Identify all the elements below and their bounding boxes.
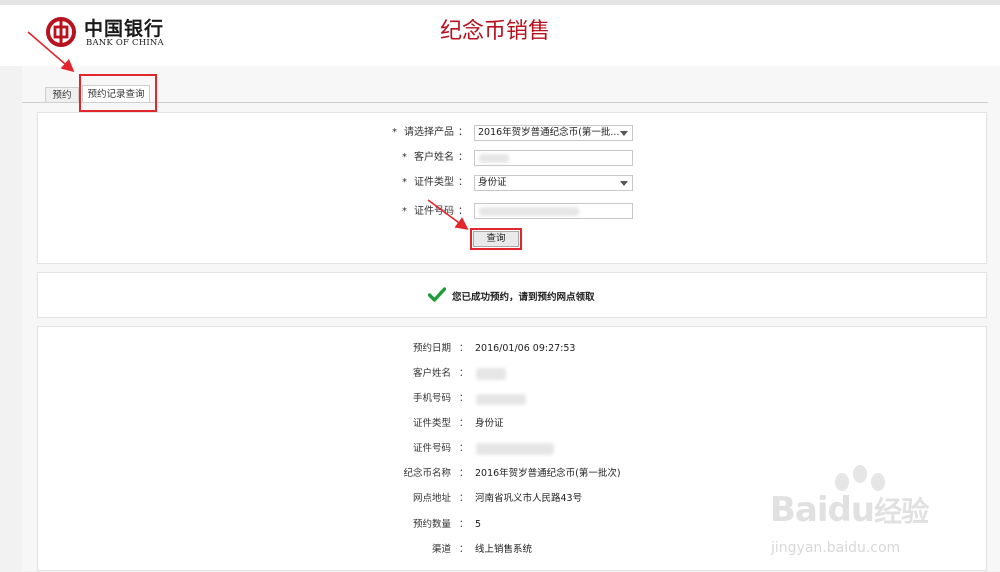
bank-of-china-logo-icon bbox=[46, 17, 76, 47]
redacted-blur bbox=[479, 207, 579, 216]
detail-label: 证件类型 bbox=[412, 418, 451, 429]
redacted-blur bbox=[476, 443, 554, 455]
form-row-name: * 客户姓名 ： bbox=[0, 149, 1000, 167]
logo-chinese-name: 中国银行 bbox=[84, 18, 165, 40]
required-mark: * bbox=[402, 177, 407, 188]
redacted-blur bbox=[476, 368, 506, 380]
required-mark: * bbox=[402, 206, 407, 217]
page-title: 纪念币销售 bbox=[439, 19, 550, 44]
checkmark-icon bbox=[428, 287, 446, 302]
product-label: 请选择产品 bbox=[404, 127, 454, 138]
id-type-select[interactable]: 身份证 bbox=[474, 175, 633, 191]
detail-label: 预约数量 bbox=[412, 519, 451, 530]
detail-row: 客户姓名 ： bbox=[0, 366, 1000, 382]
required-mark: * bbox=[392, 127, 397, 138]
colon: ： bbox=[459, 544, 469, 555]
name-input[interactable] bbox=[474, 150, 633, 166]
detail-row: 预约日期 ： 2016/01/06 09:27:53 bbox=[0, 341, 1000, 357]
colon: ： bbox=[458, 127, 468, 138]
detail-value: 身份证 bbox=[475, 418, 504, 429]
redacted-blur bbox=[479, 154, 509, 163]
form-row-product: * 请选择产品 ： 2016年贺岁普通纪念币(第一批... bbox=[0, 124, 1000, 142]
product-select[interactable]: 2016年贺岁普通纪念币(第一批... bbox=[474, 125, 633, 141]
header-top-border bbox=[0, 0, 1000, 5]
id-type-select-value: 身份证 bbox=[478, 177, 507, 188]
detail-label: 手机号码 bbox=[412, 393, 451, 404]
detail-label: 证件号码 bbox=[412, 443, 451, 454]
chevron-down-icon bbox=[620, 131, 628, 136]
colon: ： bbox=[458, 177, 468, 188]
product-select-value: 2016年贺岁普通纪念币(第一批... bbox=[478, 127, 620, 138]
watermark-url: jingyan.baidu.com bbox=[771, 540, 901, 556]
success-message: 您已成功预约，请到预约网点领取 bbox=[452, 292, 595, 303]
detail-value: 河南省巩义市人民路43号 bbox=[475, 493, 583, 504]
detail-label: 网点地址 bbox=[412, 493, 451, 504]
id-number-input[interactable] bbox=[474, 203, 633, 219]
colon: ： bbox=[459, 393, 469, 404]
detail-row: 证件类型 ： 身份证 bbox=[0, 416, 1000, 432]
colon: ： bbox=[459, 468, 469, 479]
colon: ： bbox=[459, 418, 469, 429]
detail-label: 纪念币名称 bbox=[403, 468, 451, 479]
detail-label: 渠道 bbox=[431, 544, 451, 555]
form-row-id-number: * 证件号码 ： bbox=[0, 203, 1000, 221]
detail-value: 线上销售系统 bbox=[475, 544, 533, 555]
colon: ： bbox=[459, 493, 469, 504]
detail-value: 2016/01/06 09:27:53 bbox=[475, 343, 576, 354]
logo-english-name: BANK OF CHINA bbox=[86, 38, 164, 48]
tabs-divider bbox=[22, 102, 988, 103]
highlight-box-tab bbox=[79, 74, 157, 112]
colon: ： bbox=[459, 343, 469, 354]
colon: ： bbox=[459, 443, 469, 454]
header: 中国银行 BANK OF CHINA 纪念币销售 bbox=[0, 0, 1000, 66]
form-row-id-type: * 证件类型 ： 身份证 bbox=[0, 174, 1000, 192]
watermark-brand2: du bbox=[827, 490, 876, 530]
redacted-blur bbox=[476, 394, 526, 405]
colon: ： bbox=[459, 368, 469, 379]
detail-row: 证件号码 ： bbox=[0, 441, 1000, 457]
detail-label: 预约日期 bbox=[412, 343, 451, 354]
detail-value: 2016年贺岁普通纪念币(第一批次) bbox=[475, 468, 621, 479]
colon: ： bbox=[458, 206, 468, 217]
watermark-suffix: 经验 bbox=[874, 495, 929, 528]
baidu-watermark-text: Baidu经验 bbox=[770, 490, 929, 530]
chevron-down-icon bbox=[620, 181, 628, 186]
colon: ： bbox=[459, 519, 469, 530]
highlight-box-button bbox=[470, 228, 522, 250]
detail-row: 手机号码 ： bbox=[0, 391, 1000, 407]
watermark-brand: Bai bbox=[770, 490, 829, 530]
colon: ： bbox=[458, 152, 468, 163]
tab-reserve[interactable]: 预约 bbox=[45, 87, 79, 103]
detail-value: 5 bbox=[475, 519, 482, 530]
detail-label: 客户姓名 bbox=[412, 368, 451, 379]
required-mark: * bbox=[402, 152, 407, 163]
